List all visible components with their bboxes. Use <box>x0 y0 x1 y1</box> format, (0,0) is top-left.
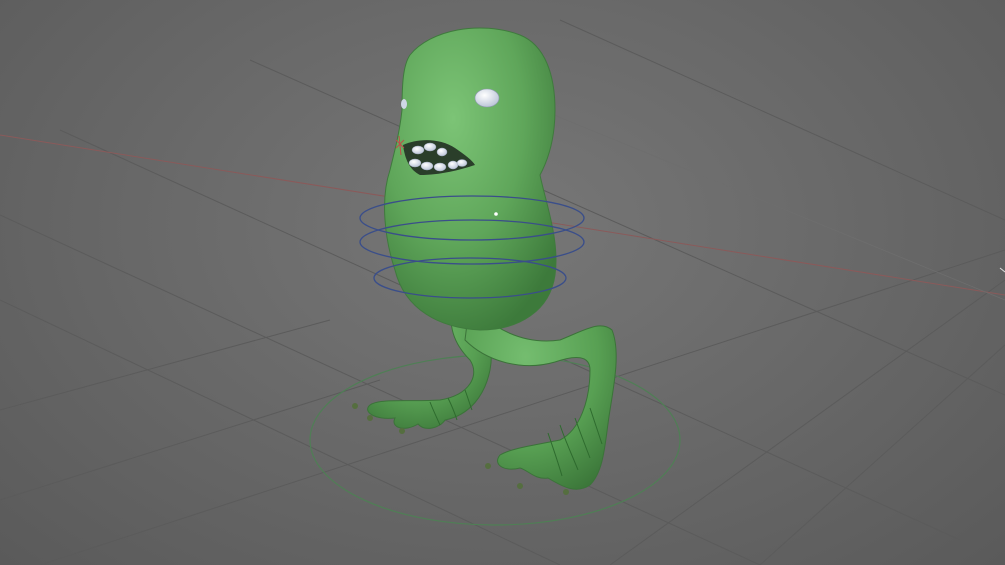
edge-tick <box>999 267 1005 273</box>
3d-viewport[interactable] <box>0 0 1005 565</box>
character-body[interactable] <box>384 27 557 331</box>
pivot-dot[interactable] <box>494 212 498 216</box>
foot-control-circle[interactable] <box>309 354 681 526</box>
eye <box>474 88 500 108</box>
viewport-canvas[interactable] <box>0 0 1005 565</box>
eye-left-hidden <box>401 99 407 109</box>
